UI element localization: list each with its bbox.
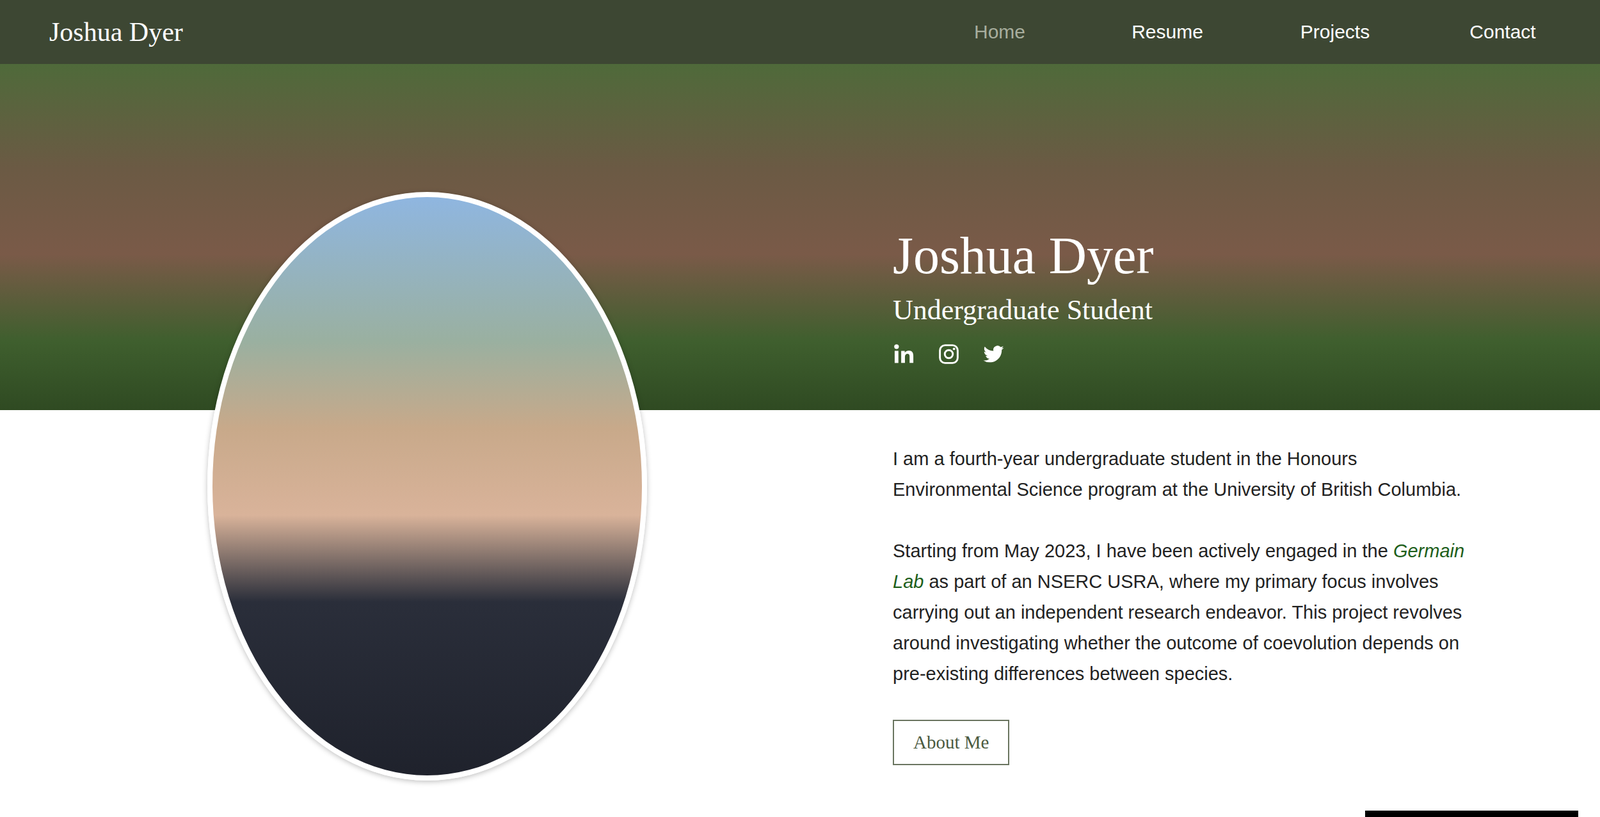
- profile-photo: [207, 192, 648, 781]
- hero-name: Joshua Dyer: [892, 227, 1600, 285]
- paragraph-text: as part of an NSERC USRA, where my prima…: [892, 571, 1462, 685]
- intro-paragraph: I am a fourth-year undergraduate student…: [892, 443, 1466, 505]
- chat-widget[interactable]: [1365, 810, 1579, 817]
- nav-item[interactable]: Projects: [1287, 16, 1384, 48]
- research-paragraph: Starting from May 2023, I have been acti…: [892, 535, 1466, 690]
- nav-bar: Joshua Dyer Home Resume Projects Contact: [0, 0, 1600, 64]
- nav-item[interactable]: Resume: [1119, 16, 1216, 48]
- paragraph-text: Starting from May 2023, I have been acti…: [892, 540, 1394, 562]
- nav-menu: Home Resume Projects Contact: [880, 16, 1551, 48]
- linkedin-icon[interactable]: [892, 343, 916, 366]
- nav-item[interactable]: Home: [951, 16, 1048, 48]
- nav-item[interactable]: Contact: [1454, 16, 1551, 48]
- about-me-button[interactable]: About Me: [892, 720, 1010, 766]
- social-links: [892, 343, 1600, 366]
- site-logo[interactable]: Joshua Dyer: [49, 16, 184, 48]
- twitter-icon[interactable]: [982, 343, 1005, 366]
- instagram-icon[interactable]: [937, 343, 960, 366]
- hero-subtitle: Undergraduate Student: [892, 293, 1600, 327]
